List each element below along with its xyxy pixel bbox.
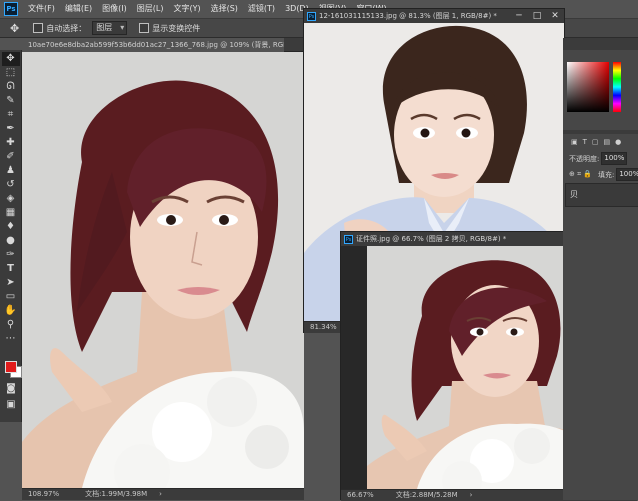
- pen-tool-icon[interactable]: ✑: [2, 248, 20, 262]
- main-status-bar: 108.97% 文档:1.99M/3.98M ›: [22, 488, 304, 500]
- quick-mask-icon[interactable]: ◙: [2, 382, 20, 396]
- menu-select[interactable]: 选择(S): [206, 0, 243, 18]
- main-canvas[interactable]: [22, 52, 304, 488]
- shape-filter-icon[interactable]: ▢: [592, 138, 599, 146]
- rectangle-tool-icon[interactable]: ▭: [2, 290, 20, 304]
- lock-icons[interactable]: ⊕ ⌗ 🔒: [569, 170, 592, 179]
- brush-tool-icon[interactable]: ✐: [2, 150, 20, 164]
- menu-file[interactable]: 文件(F): [23, 0, 60, 18]
- dodge-tool-icon[interactable]: ●: [2, 234, 20, 248]
- right-panels: ▣ T ▢ ▤ ● 不透明度: 100% ⊕ ⌗ 🔒 填充: 100% 贝: [563, 38, 638, 500]
- hue-slider[interactable]: [613, 62, 621, 112]
- quick-select-tool-icon[interactable]: ✎: [2, 94, 20, 108]
- color-picker-field[interactable]: [567, 62, 609, 112]
- status-arrow-icon[interactable]: ›: [464, 490, 479, 501]
- tab-main-document[interactable]: 10ae70e6e8dba2ab599f53b6dd01ac27_1366_76…: [22, 38, 284, 52]
- minimize-icon[interactable]: ─: [510, 9, 528, 23]
- color-swatches[interactable]: [3, 358, 22, 378]
- zoom-tool-icon[interactable]: ⚲: [2, 318, 20, 332]
- foreground-color-swatch[interactable]: [5, 361, 17, 373]
- menu-image[interactable]: 图像(I): [97, 0, 132, 18]
- menu-layer[interactable]: 图层(L): [132, 0, 169, 18]
- opacity-input[interactable]: 100%: [601, 152, 628, 165]
- history-brush-tool-icon[interactable]: ↺: [2, 178, 20, 192]
- smart-object-filter-icon[interactable]: ▤: [604, 138, 611, 146]
- photoshop-logo-icon: Ps: [4, 2, 18, 16]
- gradient-tool-icon[interactable]: ▦: [2, 206, 20, 220]
- type-tool-icon[interactable]: T: [2, 262, 20, 276]
- window2-title-bar[interactable]: Ps 12-161031115133.jpg @ 81.3% (图层 1, RG…: [304, 9, 564, 23]
- main-doc-info: 文档:1.99M/3.98M: [85, 490, 148, 498]
- layer-name: 贝: [570, 190, 578, 199]
- auto-select-checkbox[interactable]: 自动选择：: [33, 23, 86, 34]
- photoshop-doc-icon: Ps: [344, 234, 353, 244]
- panel-collapse-bar[interactable]: [563, 38, 638, 50]
- lasso-tool-icon[interactable]: ᘏ: [2, 80, 20, 94]
- document-tab-bar: 10ae70e6e8dba2ab599f53b6dd01ac27_1366_76…: [22, 38, 304, 68]
- close-icon[interactable]: ✕: [546, 9, 564, 23]
- blur-tool-icon[interactable]: ♦: [2, 220, 20, 234]
- lock-pixels-icon[interactable]: ▣: [571, 138, 578, 146]
- opacity-row: 不透明度: 100%: [569, 152, 628, 165]
- hand-tool-icon[interactable]: ✋: [2, 304, 20, 318]
- marquee-tool-icon[interactable]: ⬚: [2, 66, 20, 80]
- show-transform-label: 显示变换控件: [152, 23, 201, 33]
- eraser-tool-icon[interactable]: ◈: [2, 192, 20, 206]
- more-tools-icon[interactable]: ⋯: [2, 332, 20, 346]
- auto-select-label: 自动选择：: [46, 23, 87, 33]
- fill-input[interactable]: 100%: [616, 168, 638, 181]
- photoshop-doc-icon: Ps: [307, 11, 316, 21]
- portrait-photo-main: [22, 52, 304, 488]
- window3-zoom-value[interactable]: 66.67%: [341, 490, 380, 501]
- fill-label: 填充:: [597, 170, 615, 179]
- layer-row[interactable]: 贝: [565, 183, 638, 207]
- fill-row: ⊕ ⌗ 🔒 填充: 100%: [569, 168, 638, 181]
- path-select-tool-icon[interactable]: ➤: [2, 276, 20, 290]
- menu-filter[interactable]: 滤镜(T): [243, 0, 280, 18]
- layer-lock-row: ▣ T ▢ ▤ ●: [571, 138, 621, 146]
- eyedropper-tool-icon[interactable]: ✒: [2, 122, 20, 136]
- move-tool-icon[interactable]: ✥: [1, 52, 20, 66]
- window2-title: 12-161031115133.jpg @ 81.3% (图层 1, RGB/8…: [319, 12, 497, 20]
- move-tool-icon[interactable]: ✥: [10, 22, 19, 35]
- status-arrow-icon[interactable]: ›: [153, 489, 168, 500]
- menu-type[interactable]: 文字(Y): [168, 0, 205, 18]
- show-transform-checkbox[interactable]: 显示变换控件: [139, 23, 200, 34]
- healing-brush-tool-icon[interactable]: ✚: [2, 136, 20, 150]
- clone-stamp-tool-icon[interactable]: ♟: [2, 164, 20, 178]
- crop-tool-icon[interactable]: ⌗: [2, 108, 20, 122]
- main-zoom-value[interactable]: 108.97%: [22, 489, 65, 500]
- window3-doc-info: 文档:2.88M/5.28M: [395, 491, 458, 499]
- text-filter-icon[interactable]: T: [583, 138, 587, 146]
- auto-select-dropdown[interactable]: 图层: [92, 21, 128, 35]
- menu-edit[interactable]: 编辑(E): [60, 0, 97, 18]
- window3-title: 证件照.jpg @ 66.7% (图层 2 拷贝, RGB/8#) *: [356, 235, 507, 243]
- opacity-label: 不透明度:: [569, 154, 600, 163]
- maximize-icon[interactable]: □: [528, 9, 546, 23]
- screen-mode-icon[interactable]: ▣: [2, 398, 20, 412]
- window2-zoom-value[interactable]: 81.34%: [304, 322, 343, 333]
- panel-divider: [563, 130, 638, 134]
- filter-toggle-icon[interactable]: ●: [615, 138, 621, 146]
